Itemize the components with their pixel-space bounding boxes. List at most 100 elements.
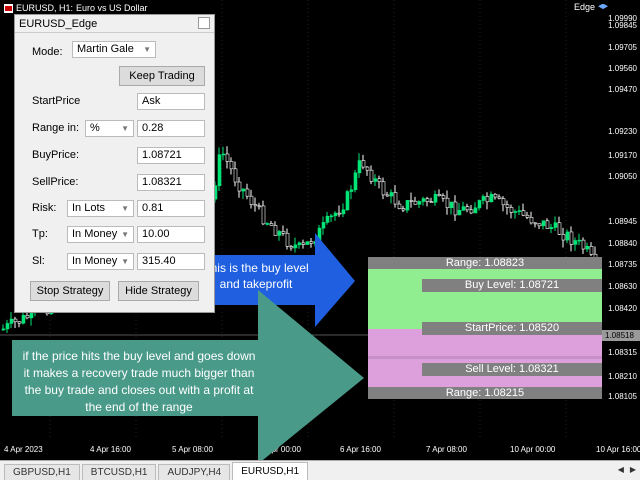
hide-strategy-button[interactable]: Hide Strategy <box>118 281 199 301</box>
candle-body <box>421 198 426 202</box>
price-axis-label: 1.09705 <box>608 43 637 52</box>
range-input[interactable]: 0.28 <box>137 120 205 137</box>
risk-unit-select[interactable]: In Lots ▼ <box>67 200 134 217</box>
candle-body <box>533 222 538 225</box>
symbol-description: Euro vs US Dollar <box>76 3 148 13</box>
candle-body <box>1 328 6 331</box>
tp-unit-value: In Money <box>72 228 118 240</box>
candle-body <box>353 172 358 191</box>
candle-body <box>577 239 582 242</box>
candle-body <box>221 153 226 156</box>
candle-body <box>397 203 402 209</box>
candle-body <box>349 189 354 192</box>
candle-body <box>253 204 258 207</box>
candle-body <box>357 160 362 174</box>
time-axis-label: 10 Apr 00:00 <box>510 445 556 454</box>
time-axis-label: 7 Apr 08:00 <box>426 445 467 454</box>
candle-body <box>429 201 434 203</box>
risk-label: Risk: <box>32 202 57 214</box>
candle-body <box>485 196 490 203</box>
chart-tab-bar: GBPUSD,H1 BTCUSD,H1 AUDJPY,H4 EURUSD,H1 ◀ ▶ <box>0 460 640 480</box>
candle-body <box>473 207 478 214</box>
chevron-right-icon[interactable]: ▶ <box>630 465 636 474</box>
price-axis-label: 1.08420 <box>608 304 637 313</box>
candle-body <box>469 209 474 214</box>
candle-body <box>217 154 222 186</box>
candle-body <box>569 231 574 245</box>
candle-body <box>257 205 262 208</box>
chevron-down-icon: ▼ <box>121 204 129 213</box>
candle-body <box>437 194 442 197</box>
chart-window[interactable]: EURUSD, H1: Euro vs US Dollar Edge 1.099… <box>0 0 640 480</box>
chart-header: EURUSD, H1: Euro vs US Dollar <box>4 2 148 14</box>
chevron-down-icon: ▼ <box>121 230 129 239</box>
candle-body <box>385 194 390 197</box>
panel-title: EURUSD_Edge <box>19 18 98 30</box>
tab-scroll-controls[interactable]: ◀ ▶ <box>618 465 636 474</box>
candle-body <box>341 209 346 215</box>
candle-body <box>241 188 246 192</box>
candle-body <box>245 188 250 197</box>
stop-strategy-button[interactable]: Stop Strategy <box>30 281 110 301</box>
candle-body <box>517 210 522 212</box>
candle-body <box>329 215 334 218</box>
candle-body <box>389 192 394 197</box>
sl-input[interactable]: 315.40 <box>137 253 205 270</box>
candle-body <box>521 210 526 216</box>
sl-unit-select[interactable]: In Money ▼ <box>67 253 134 270</box>
candle-body <box>461 206 466 211</box>
buy-price-input[interactable]: 1.08721 <box>137 147 205 164</box>
range-levels-overlay: Range: 1.08823 Buy Level: 1.08721 StartP… <box>368 257 602 399</box>
range-unit-value: % <box>90 122 100 134</box>
price-axis-label: 1.08945 <box>608 217 637 226</box>
sell-price-input[interactable]: 1.08321 <box>137 174 205 191</box>
candle-body <box>493 193 498 198</box>
mode-select[interactable]: Martin Gale ▼ <box>72 41 156 58</box>
strategy-panel[interactable]: EURUSD_Edge Mode: Martin Gale ▼ Keep Tra… <box>14 14 215 313</box>
candle-body <box>265 223 270 225</box>
candle-body <box>373 178 378 182</box>
chevron-left-icon[interactable]: ◀ <box>618 465 624 474</box>
candle-body <box>325 215 330 223</box>
start-price-input[interactable]: Ask <box>137 93 205 110</box>
price-axis-label: 1.09560 <box>608 64 637 73</box>
tp-unit-select[interactable]: In Money ▼ <box>67 226 134 243</box>
candle-body <box>497 196 502 199</box>
chart-tab[interactable]: AUDJPY,H4 <box>158 464 231 480</box>
candle-body <box>537 223 542 227</box>
candle-body <box>565 231 570 241</box>
candle-body <box>269 223 274 226</box>
candle-body <box>321 222 326 229</box>
price-axis-label: 1.08840 <box>608 239 637 248</box>
candle-body <box>489 193 494 203</box>
chevron-down-icon: ▼ <box>143 45 151 54</box>
candle-body <box>505 204 510 208</box>
risk-unit-value: In Lots <box>72 202 106 214</box>
candle-body <box>225 153 230 162</box>
candle-body <box>581 239 586 250</box>
candle-body <box>453 201 458 216</box>
price-axis-label: 1.08630 <box>608 282 637 291</box>
tp-input[interactable]: 10.00 <box>137 226 205 243</box>
chart-tab[interactable]: EURUSD,H1 <box>232 462 309 480</box>
price-axis-label: 1.09170 <box>608 151 637 160</box>
chart-tab[interactable]: BTCUSD,H1 <box>81 464 157 480</box>
mode-label: Mode: <box>32 46 63 58</box>
candle-body <box>545 220 550 229</box>
ea-name: Edge <box>573 2 595 12</box>
candle-body <box>401 208 406 211</box>
close-icon[interactable] <box>198 17 210 29</box>
candle-body <box>549 227 554 229</box>
candle-body <box>509 207 514 213</box>
candle-body <box>525 214 530 218</box>
price-axis-label: 1.08210 <box>608 372 637 381</box>
panel-titlebar[interactable]: EURUSD_Edge <box>15 15 214 33</box>
chart-tab[interactable]: GBPUSD,H1 <box>4 464 80 480</box>
risk-input[interactable]: 0.81 <box>137 200 205 217</box>
keep-trading-button[interactable]: Keep Trading <box>119 66 205 86</box>
range-unit-select[interactable]: % ▼ <box>85 120 134 137</box>
price-axis-label: 1.09470 <box>608 85 637 94</box>
candle-body <box>457 210 462 216</box>
chevron-down-icon: ▼ <box>121 257 129 266</box>
candle-body <box>249 195 254 205</box>
